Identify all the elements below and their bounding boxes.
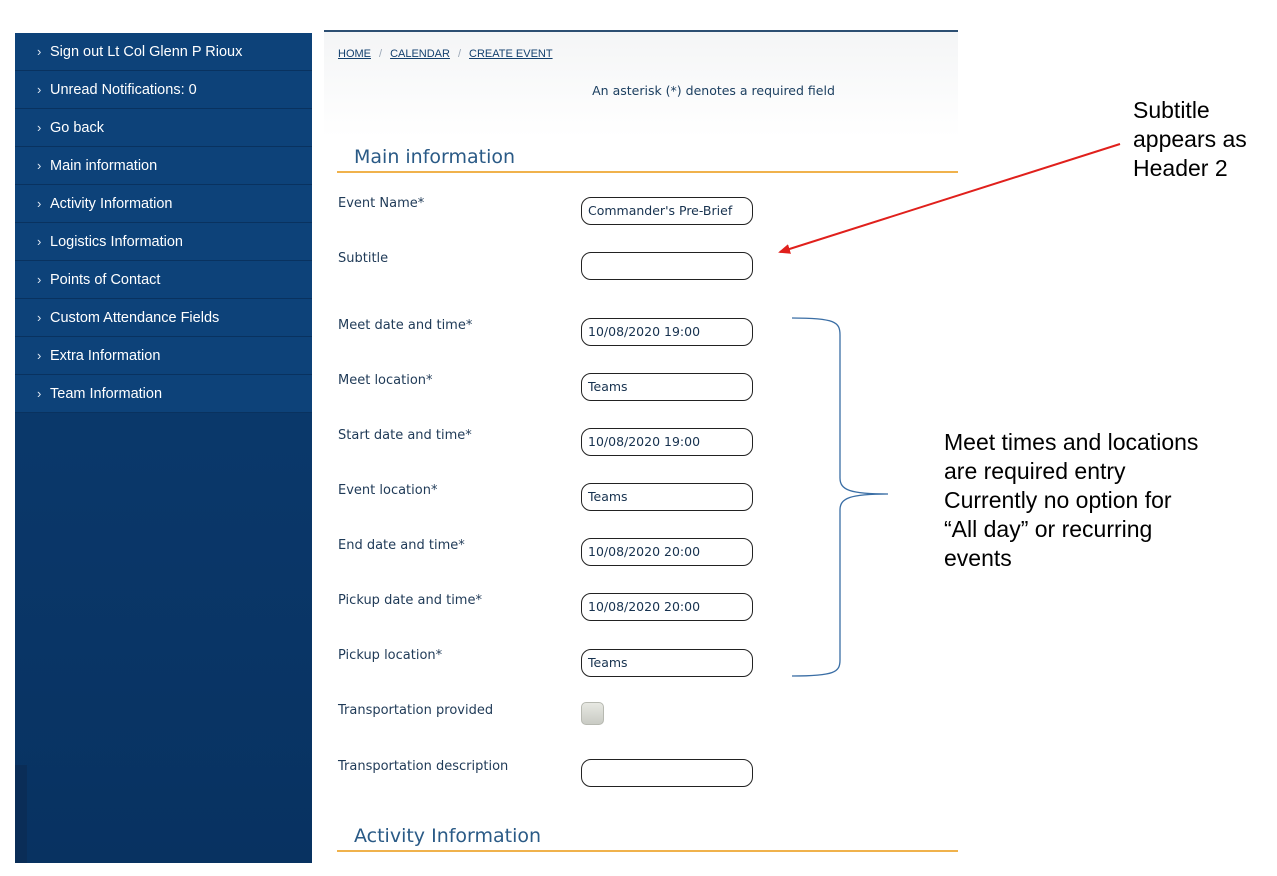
annotation-line: Header 2	[1133, 155, 1228, 181]
annotation-meet-note: Meet times and locations are required en…	[944, 428, 1198, 573]
annotation-line: Currently no option for	[944, 487, 1172, 513]
annotation-arrow	[778, 143, 1121, 254]
annotation-line: “All day” or recurring	[944, 516, 1153, 542]
annotation-line: Subtitle	[1133, 97, 1210, 123]
annotation-line: appears as	[1133, 126, 1247, 152]
annotation-subtitle-note: Subtitle appears as Header 2	[1133, 96, 1247, 183]
annotation-line: events	[944, 545, 1012, 571]
annotation-line: are required entry	[944, 458, 1126, 484]
annotation-brace	[791, 317, 889, 677]
annotation-line: Meet times and locations	[944, 429, 1199, 455]
